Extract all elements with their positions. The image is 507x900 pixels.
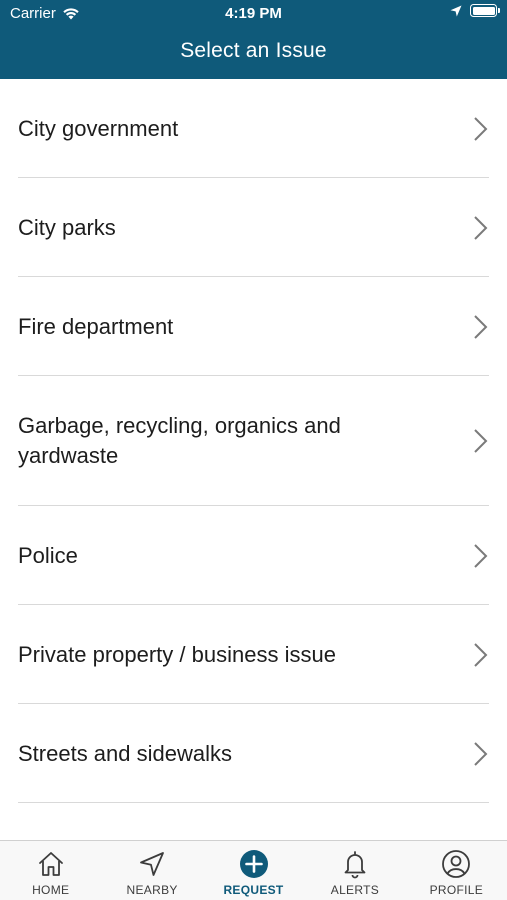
chevron-right-icon bbox=[474, 429, 488, 453]
app-header: Carrier 4:19 PM Select an Issue bbox=[0, 0, 507, 79]
tab-label: PROFILE bbox=[429, 883, 484, 897]
bell-icon bbox=[344, 851, 366, 879]
issue-item-garbage-recycling[interactable]: Garbage, recycling, organics and yardwas… bbox=[0, 376, 507, 506]
tab-nearby[interactable]: NEARBY bbox=[101, 841, 202, 900]
tab-label: HOME bbox=[32, 883, 70, 897]
issue-label: City parks bbox=[18, 214, 116, 240]
issue-list: City government City parks Fire departme… bbox=[0, 79, 507, 803]
tab-home[interactable]: HOME bbox=[0, 841, 101, 900]
issue-label: Fire department bbox=[18, 313, 174, 339]
issue-item-city-government[interactable]: City government bbox=[0, 79, 507, 178]
tab-request[interactable]: REQUEST bbox=[203, 841, 304, 900]
issue-label: Streets and sidewalks bbox=[18, 740, 232, 766]
chevron-right-icon bbox=[474, 642, 488, 667]
issue-item-private-property[interactable]: Private property / business issue bbox=[0, 605, 507, 704]
chevron-right-icon bbox=[474, 116, 488, 141]
status-right bbox=[450, 4, 500, 17]
chevron-right-icon bbox=[474, 215, 488, 240]
tab-label: NEARBY bbox=[126, 883, 178, 897]
issue-item-streets-sidewalks[interactable]: Streets and sidewalks bbox=[0, 704, 507, 803]
home-icon bbox=[38, 852, 63, 876]
user-circle-icon bbox=[442, 850, 471, 878]
chevron-right-icon bbox=[474, 741, 488, 766]
tab-bar: HOME NEARBY REQUEST ALERTS PROFILE bbox=[0, 840, 507, 900]
plus-circle-icon bbox=[239, 850, 268, 878]
battery-icon bbox=[470, 4, 500, 17]
chevron-right-icon bbox=[474, 543, 488, 568]
clock: 4:19 PM bbox=[225, 5, 282, 22]
issue-label: City government bbox=[18, 115, 179, 141]
issue-label: Police bbox=[18, 542, 78, 568]
tab-label: ALERTS bbox=[330, 883, 380, 897]
status-bar: Carrier 4:19 PM bbox=[0, 0, 507, 28]
issue-item-fire-department[interactable]: Fire department bbox=[0, 277, 507, 376]
tab-label: REQUEST bbox=[223, 883, 284, 897]
tab-alerts[interactable]: ALERTS bbox=[304, 841, 405, 900]
issue-item-police[interactable]: Police bbox=[0, 506, 507, 605]
issue-label: Garbage, recycling, organics and yardwas… bbox=[18, 413, 341, 468]
issue-label: Private property / business issue bbox=[18, 641, 336, 667]
location-arrow-icon bbox=[140, 852, 165, 876]
tab-profile[interactable]: PROFILE bbox=[406, 841, 507, 900]
divider bbox=[18, 802, 489, 803]
page-title: Select an Issue bbox=[180, 39, 327, 62]
location-services-icon bbox=[450, 5, 462, 16]
chevron-right-icon bbox=[474, 314, 488, 339]
issue-item-city-parks[interactable]: City parks bbox=[0, 178, 507, 277]
